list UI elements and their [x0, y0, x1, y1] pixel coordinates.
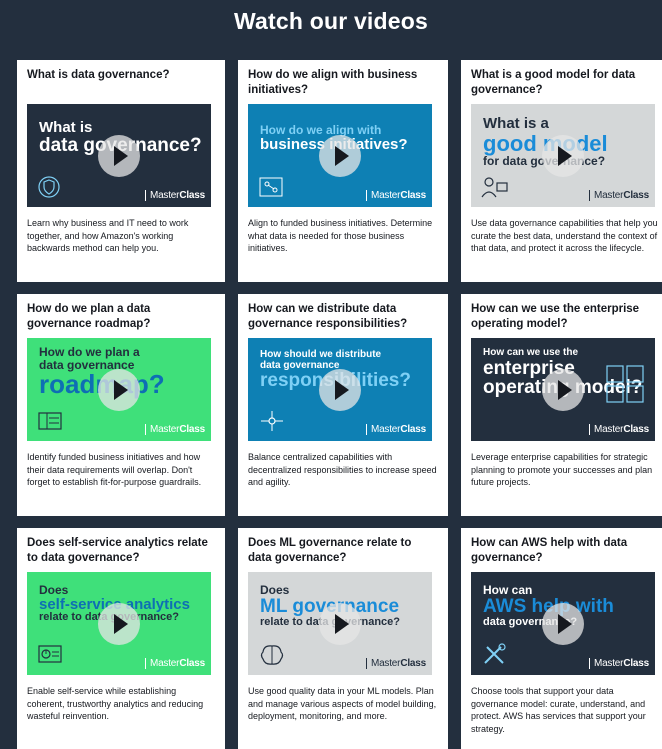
card-title: What is data governance?: [27, 69, 170, 81]
thumb-line: How can: [483, 583, 533, 597]
card-description: Learn why business and IT need to work t…: [27, 218, 189, 253]
video-thumbnail[interactable]: How should we distribute data governance…: [248, 338, 432, 441]
masterclass-logo: MasterClass: [588, 658, 649, 669]
card-description: Use data governance capabilities that he…: [471, 218, 658, 253]
video-card[interactable]: Does self-service analytics relate to da…: [17, 528, 225, 749]
card-title: How do we plan a data governance roadmap…: [27, 303, 151, 330]
masterclass-logo: MasterClass: [365, 658, 426, 669]
card-description: Align to funded business initiatives. De…: [248, 218, 433, 253]
card-title: Does self-service analytics relate to da…: [27, 537, 208, 564]
card-title: How can AWS help with data governance?: [471, 537, 628, 564]
card-description: Identify funded business initiatives and…: [27, 452, 202, 487]
card-description: Leverage enterprise capabilities for str…: [471, 452, 653, 487]
video-grid: What is data governance? What is data go…: [17, 60, 662, 749]
video-thumbnail[interactable]: What is a good model for data governance…: [471, 104, 655, 207]
card-description: Use good quality data in your ML models.…: [248, 686, 437, 721]
masterclass-logo: MasterClass: [365, 424, 426, 435]
video-card[interactable]: How can we use the enterprise operating …: [461, 294, 662, 516]
video-card[interactable]: What is data governance? What is data go…: [17, 60, 225, 282]
video-thumbnail[interactable]: Does self-service analytics relate to da…: [27, 572, 211, 675]
page-title: Watch our videos: [233, 8, 429, 34]
video-card[interactable]: Does ML governance relate to data govern…: [238, 528, 448, 749]
play-icon[interactable]: [98, 134, 140, 177]
card-title: How can we distribute data governance re…: [248, 303, 408, 330]
grid-chart-icon: [606, 365, 644, 403]
analytics-icon: [38, 645, 62, 663]
card-title: How do we align with business initiative…: [248, 69, 418, 96]
masterclass-logo: MasterClass: [365, 190, 426, 201]
card-description: Enable self-service while establishing c…: [27, 686, 204, 721]
masterclass-logo: MasterClass: [144, 424, 205, 435]
thumb-line: How do we plan a: [39, 345, 140, 359]
play-icon[interactable]: [542, 368, 584, 411]
play-icon[interactable]: [542, 134, 584, 177]
thumb-line: How can we use the: [483, 347, 579, 358]
roadmap-icon: [38, 412, 62, 430]
play-icon[interactable]: [319, 134, 361, 177]
thumb-line: What is a: [483, 115, 549, 132]
video-thumbnail[interactable]: What is data governance? MasterClass: [27, 104, 211, 207]
video-thumbnail[interactable]: How can we use the enterprise operating …: [471, 338, 655, 441]
play-icon[interactable]: [319, 368, 361, 411]
thumb-line: Does: [39, 583, 69, 597]
card-title: Does ML governance relate to data govern…: [248, 537, 412, 564]
masterclass-logo: MasterClass: [144, 190, 205, 201]
video-thumbnail[interactable]: How do we plan a data governance roadmap…: [27, 338, 211, 441]
shield-icon: [38, 176, 60, 198]
card-description: Choose tools that support your data gove…: [471, 686, 646, 734]
video-thumbnail[interactable]: Does ML governance relate to data govern…: [248, 572, 432, 675]
user-computer-icon: [481, 177, 508, 198]
video-card[interactable]: How can we distribute data governance re…: [238, 294, 448, 516]
card-title: How can we use the enterprise operating …: [471, 303, 640, 330]
video-card[interactable]: How do we plan a data governance roadmap…: [17, 294, 225, 516]
tools-icon: [484, 643, 506, 664]
play-icon[interactable]: [98, 602, 140, 645]
masterclass-logo: MasterClass: [588, 424, 649, 435]
video-card[interactable]: What is a good model for data governance…: [461, 60, 662, 282]
thumb-line: Does: [260, 583, 290, 597]
network-icon: [261, 411, 283, 431]
video-card[interactable]: How can AWS help with data governance? H…: [461, 528, 662, 749]
brain-icon: [260, 645, 284, 665]
play-icon[interactable]: [98, 368, 140, 411]
video-thumbnail[interactable]: How can AWS help with data governance? M…: [471, 572, 655, 675]
thumb-line: What is: [39, 119, 93, 136]
masterclass-logo: MasterClass: [588, 190, 649, 201]
play-icon[interactable]: [542, 602, 584, 645]
play-icon[interactable]: [319, 602, 361, 645]
masterclass-logo: MasterClass: [144, 658, 205, 669]
flowchart-icon: [259, 177, 283, 197]
card-title: What is a good model for data governance…: [471, 69, 636, 96]
thumb-line: How should we distribute: [260, 349, 382, 360]
video-card[interactable]: How do we align with business initiative…: [238, 60, 448, 282]
video-thumbnail[interactable]: How do we align with business initiative…: [248, 104, 432, 207]
card-description: Balance centralized capabilities with de…: [248, 452, 437, 487]
